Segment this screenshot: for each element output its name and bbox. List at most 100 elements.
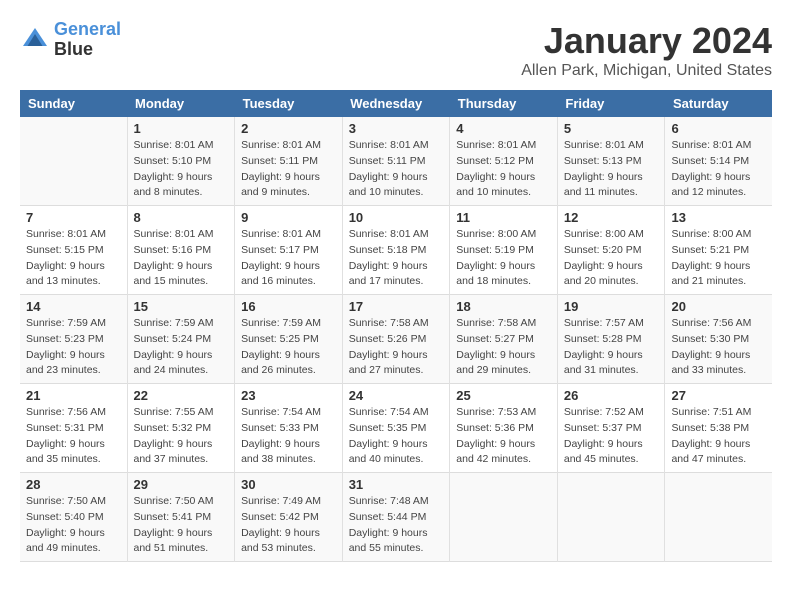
calendar-cell: 17Sunrise: 7:58 AMSunset: 5:26 PMDayligh… xyxy=(342,295,450,384)
calendar-cell: 4 Sunrise: 8:01 AMSunset: 5:12 PMDaylight… xyxy=(450,117,558,206)
calendar-cell: 24 Sunrise: 7:54 AMSunset: 5:35 PMDayligh… xyxy=(342,384,450,473)
page-header: General Blue January 2024 Allen Park, Mi… xyxy=(20,20,772,80)
calendar-cell xyxy=(665,473,772,562)
header-tuesday: Tuesday xyxy=(235,90,343,117)
calendar-cell: 19 Sunrise: 7:57 AMSunset: 5:28 PMDayligh… xyxy=(557,295,665,384)
calendar-week-row: 14Sunrise: 7:59 AMSunset: 5:23 PMDayligh… xyxy=(20,295,772,384)
day-info: Sunrise: 7:56 AMSunset: 5:31 PMDaylight:… xyxy=(26,405,121,468)
header-sunday: Sunday xyxy=(20,90,127,117)
calendar-cell: 13 Sunrise: 8:00 AMSunset: 5:21 PMDayligh… xyxy=(665,206,772,295)
day-number: 6 xyxy=(671,121,766,136)
day-info: Sunrise: 7:59 AMSunset: 5:25 PMDaylight:… xyxy=(241,316,336,379)
day-number: 27 xyxy=(671,388,766,403)
day-info: Sunrise: 8:01 AMSunset: 5:16 PMDaylight:… xyxy=(134,227,229,290)
day-number: 23 xyxy=(241,388,336,403)
day-info: Sunrise: 8:00 AMSunset: 5:20 PMDaylight:… xyxy=(564,227,659,290)
day-info: Sunrise: 8:01 AMSunset: 5:18 PMDaylight:… xyxy=(349,227,444,290)
day-number: 28 xyxy=(26,477,121,492)
day-info: Sunrise: 7:52 AMSunset: 5:37 PMDaylight:… xyxy=(564,405,659,468)
header-friday: Friday xyxy=(557,90,665,117)
calendar-week-row: 21 Sunrise: 7:56 AMSunset: 5:31 PMDayligh… xyxy=(20,384,772,473)
day-info: Sunrise: 8:01 AMSunset: 5:14 PMDaylight:… xyxy=(671,138,766,201)
calendar-cell: 6 Sunrise: 8:01 AMSunset: 5:14 PMDaylight… xyxy=(665,117,772,206)
main-title: January 2024 xyxy=(521,20,772,62)
day-number: 13 xyxy=(671,210,766,225)
day-info: Sunrise: 8:01 AMSunset: 5:15 PMDaylight:… xyxy=(26,227,121,290)
day-info: Sunrise: 8:01 AMSunset: 5:10 PMDaylight:… xyxy=(134,138,229,201)
calendar-table: SundayMondayTuesdayWednesdayThursdayFrid… xyxy=(20,90,772,562)
calendar-cell: 2 Sunrise: 8:01 AMSunset: 5:11 PMDaylight… xyxy=(235,117,343,206)
calendar-cell: 14Sunrise: 7:59 AMSunset: 5:23 PMDayligh… xyxy=(20,295,127,384)
day-number: 15 xyxy=(134,299,229,314)
day-info: Sunrise: 7:51 AMSunset: 5:38 PMDaylight:… xyxy=(671,405,766,468)
day-number: 8 xyxy=(134,210,229,225)
calendar-cell: 28 Sunrise: 7:50 AMSunset: 5:40 PMDayligh… xyxy=(20,473,127,562)
day-info: Sunrise: 7:54 AMSunset: 5:35 PMDaylight:… xyxy=(349,405,444,468)
day-info: Sunrise: 7:50 AMSunset: 5:41 PMDaylight:… xyxy=(134,494,229,557)
day-number: 19 xyxy=(564,299,659,314)
calendar-cell: 21 Sunrise: 7:56 AMSunset: 5:31 PMDayligh… xyxy=(20,384,127,473)
day-number: 30 xyxy=(241,477,336,492)
day-number: 18 xyxy=(456,299,551,314)
day-number: 2 xyxy=(241,121,336,136)
logo-icon xyxy=(20,25,50,55)
calendar-cell: 27 Sunrise: 7:51 AMSunset: 5:38 PMDayligh… xyxy=(665,384,772,473)
day-info: Sunrise: 7:53 AMSunset: 5:36 PMDaylight:… xyxy=(456,405,551,468)
calendar-cell: 30 Sunrise: 7:49 AMSunset: 5:42 PMDayligh… xyxy=(235,473,343,562)
day-info: Sunrise: 7:49 AMSunset: 5:42 PMDaylight:… xyxy=(241,494,336,557)
calendar-cell: 26 Sunrise: 7:52 AMSunset: 5:37 PMDayligh… xyxy=(557,384,665,473)
calendar-cell xyxy=(450,473,558,562)
day-info: Sunrise: 7:50 AMSunset: 5:40 PMDaylight:… xyxy=(26,494,121,557)
calendar-cell xyxy=(557,473,665,562)
day-number: 16 xyxy=(241,299,336,314)
day-info: Sunrise: 7:59 AMSunset: 5:24 PMDaylight:… xyxy=(134,316,229,379)
calendar-cell: 15 Sunrise: 7:59 AMSunset: 5:24 PMDayligh… xyxy=(127,295,235,384)
calendar-week-row: 1Sunrise: 8:01 AMSunset: 5:10 PMDaylight… xyxy=(20,117,772,206)
day-info: Sunrise: 7:54 AMSunset: 5:33 PMDaylight:… xyxy=(241,405,336,468)
calendar-cell: 5Sunrise: 8:01 AMSunset: 5:13 PMDaylight… xyxy=(557,117,665,206)
day-number: 3 xyxy=(349,121,444,136)
calendar-cell: 23 Sunrise: 7:54 AMSunset: 5:33 PMDayligh… xyxy=(235,384,343,473)
day-number: 25 xyxy=(456,388,551,403)
day-number: 29 xyxy=(134,477,229,492)
header-monday: Monday xyxy=(127,90,235,117)
day-number: 21 xyxy=(26,388,121,403)
calendar-cell: 10 Sunrise: 8:01 AMSunset: 5:18 PMDayligh… xyxy=(342,206,450,295)
day-info: Sunrise: 8:01 AMSunset: 5:17 PMDaylight:… xyxy=(241,227,336,290)
calendar-cell: 9 Sunrise: 8:01 AMSunset: 5:17 PMDaylight… xyxy=(235,206,343,295)
header-thursday: Thursday xyxy=(450,90,558,117)
logo: General Blue xyxy=(20,20,121,60)
day-number: 24 xyxy=(349,388,444,403)
day-number: 9 xyxy=(241,210,336,225)
day-info: Sunrise: 8:00 AMSunset: 5:21 PMDaylight:… xyxy=(671,227,766,290)
calendar-cell: 18Sunrise: 7:58 AMSunset: 5:27 PMDayligh… xyxy=(450,295,558,384)
day-number: 31 xyxy=(349,477,444,492)
calendar-cell: 29 Sunrise: 7:50 AMSunset: 5:41 PMDayligh… xyxy=(127,473,235,562)
day-number: 20 xyxy=(671,299,766,314)
day-number: 5 xyxy=(564,121,659,136)
calendar-cell: 25 Sunrise: 7:53 AMSunset: 5:36 PMDayligh… xyxy=(450,384,558,473)
calendar-cell: 8 Sunrise: 8:01 AMSunset: 5:16 PMDaylight… xyxy=(127,206,235,295)
day-info: Sunrise: 7:55 AMSunset: 5:32 PMDaylight:… xyxy=(134,405,229,468)
day-info: Sunrise: 7:57 AMSunset: 5:28 PMDaylight:… xyxy=(564,316,659,379)
day-number: 7 xyxy=(26,210,121,225)
logo-text: General Blue xyxy=(54,20,121,60)
calendar-week-row: 7 Sunrise: 8:01 AMSunset: 5:15 PMDaylight… xyxy=(20,206,772,295)
day-number: 12 xyxy=(564,210,659,225)
day-info: Sunrise: 8:01 AMSunset: 5:12 PMDaylight:… xyxy=(456,138,551,201)
day-info: Sunrise: 8:01 AMSunset: 5:11 PMDaylight:… xyxy=(241,138,336,201)
calendar-cell: 22 Sunrise: 7:55 AMSunset: 5:32 PMDayligh… xyxy=(127,384,235,473)
day-info: Sunrise: 8:00 AMSunset: 5:19 PMDaylight:… xyxy=(456,227,551,290)
day-number: 10 xyxy=(349,210,444,225)
calendar-cell: 1Sunrise: 8:01 AMSunset: 5:10 PMDaylight… xyxy=(127,117,235,206)
calendar-cell: 20 Sunrise: 7:56 AMSunset: 5:30 PMDayligh… xyxy=(665,295,772,384)
calendar-cell xyxy=(20,117,127,206)
day-number: 4 xyxy=(456,121,551,136)
calendar-cell: 3 Sunrise: 8:01 AMSunset: 5:11 PMDaylight… xyxy=(342,117,450,206)
day-number: 22 xyxy=(134,388,229,403)
day-info: Sunrise: 7:56 AMSunset: 5:30 PMDaylight:… xyxy=(671,316,766,379)
calendar-cell: 16 Sunrise: 7:59 AMSunset: 5:25 PMDayligh… xyxy=(235,295,343,384)
day-number: 14 xyxy=(26,299,121,314)
day-number: 26 xyxy=(564,388,659,403)
day-info: Sunrise: 8:01 AMSunset: 5:11 PMDaylight:… xyxy=(349,138,444,201)
